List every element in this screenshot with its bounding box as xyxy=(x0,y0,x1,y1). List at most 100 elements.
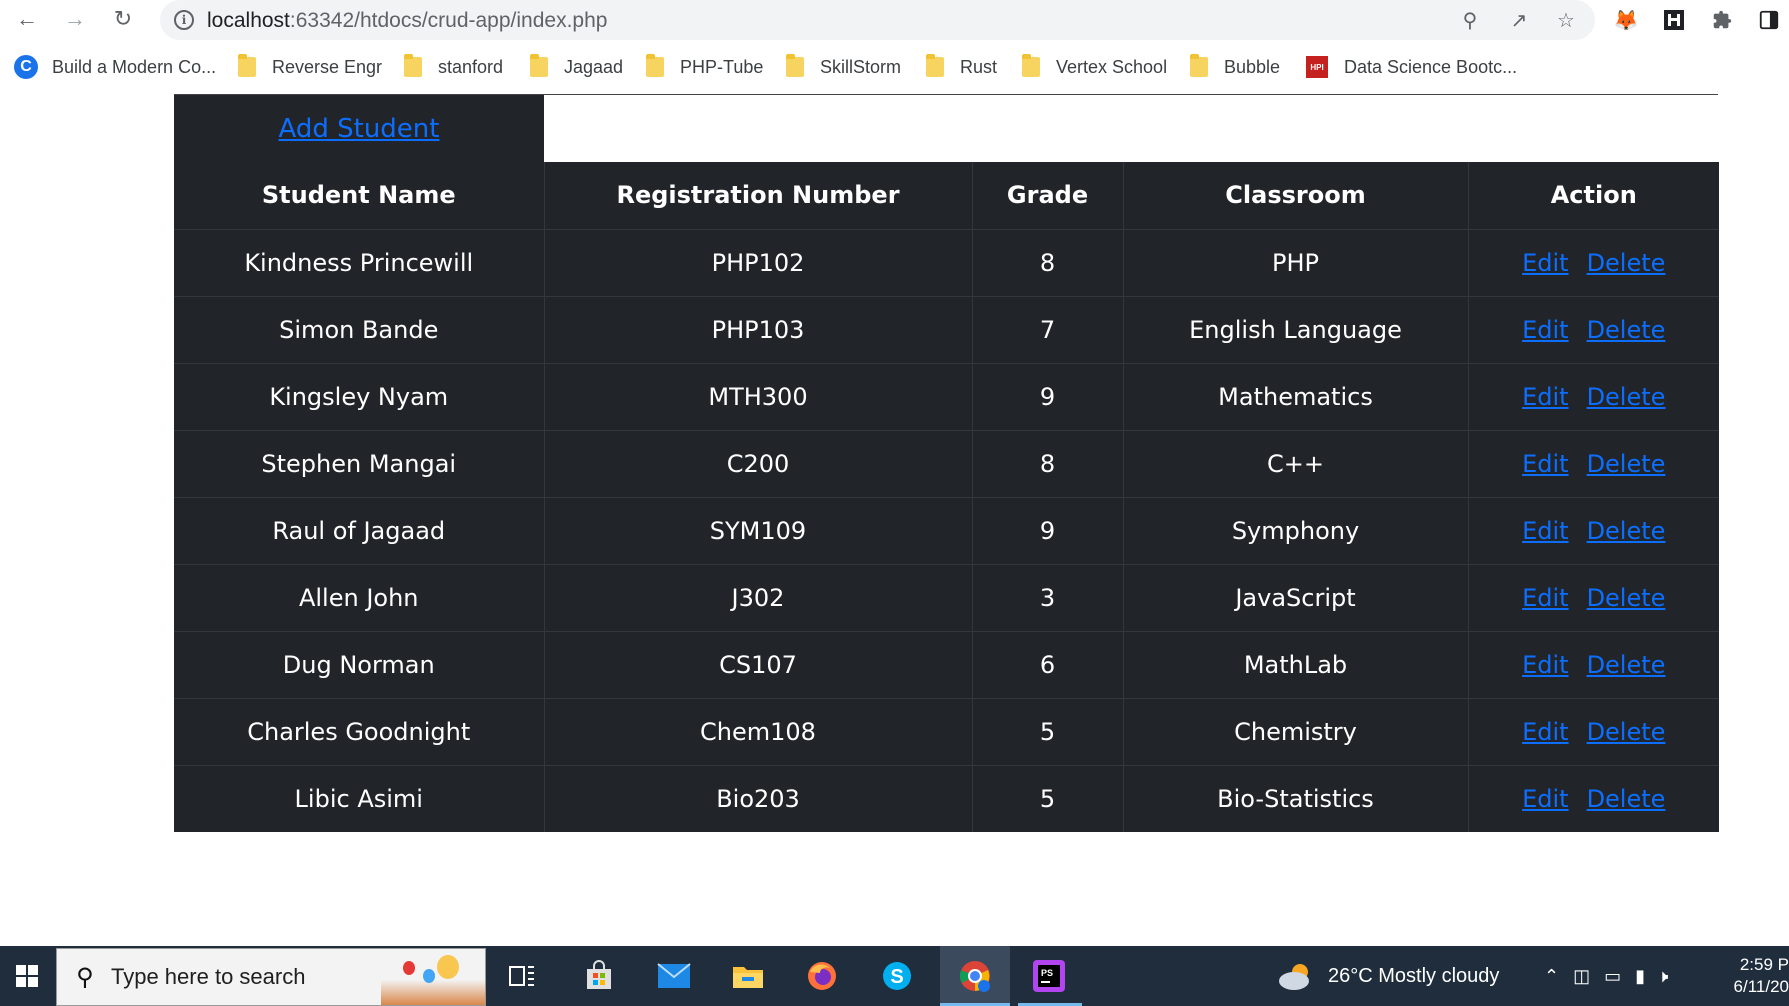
search-highlight-image xyxy=(381,949,485,1005)
folder-icon xyxy=(530,54,548,77)
folder-icon xyxy=(238,54,256,77)
delete-link[interactable]: Delete xyxy=(1587,718,1666,746)
system-tray: ⌃ ◫ ▭ ▮ 🕨 xyxy=(1544,946,1668,1006)
delete-link[interactable]: Delete xyxy=(1587,517,1666,545)
edit-link[interactable]: Edit xyxy=(1522,249,1568,277)
extensions-puzzle-icon[interactable] xyxy=(1708,6,1736,34)
clock[interactable]: 2:59 P 6/11/20 xyxy=(1731,954,1789,998)
back-icon[interactable]: ← xyxy=(12,4,42,34)
share-icon[interactable]: ↗ xyxy=(1507,8,1531,32)
bookmark-folder[interactable]: stanford xyxy=(404,54,503,80)
edit-link[interactable]: Edit xyxy=(1522,651,1568,679)
registration-number: C200 xyxy=(544,430,973,498)
mail-icon[interactable] xyxy=(654,956,694,996)
table-row: Stephen Mangai C200 8 C++ Edit Delete xyxy=(174,430,1719,498)
bookmark-folder[interactable]: PHP-Tube xyxy=(646,54,763,80)
add-student-cell: Add Student xyxy=(174,95,544,162)
chrome-icon[interactable] xyxy=(955,956,995,996)
edit-link[interactable]: Edit xyxy=(1522,316,1568,344)
bookmark-folder[interactable]: Vertex School xyxy=(1022,54,1167,80)
table-row: Allen John J302 3 JavaScript Edit Delete xyxy=(174,564,1719,632)
forward-icon[interactable]: → xyxy=(60,4,90,34)
action-cell: Edit Delete xyxy=(1468,564,1719,632)
classroom: English Language xyxy=(1123,296,1469,364)
classroom: PHP xyxy=(1123,229,1469,297)
edit-link[interactable]: Edit xyxy=(1522,785,1568,813)
firefox-icon[interactable] xyxy=(802,956,842,996)
bookmark-label: stanford xyxy=(438,56,504,77)
edit-link[interactable]: Edit xyxy=(1522,584,1568,612)
bookmark-item[interactable]: HPI Data Science Bootc... xyxy=(1306,54,1517,80)
skype-icon[interactable]: S xyxy=(877,956,917,996)
bookmark-folder[interactable]: Rust xyxy=(926,54,997,80)
bookmark-item[interactable]: C Build a Modern Co... xyxy=(14,54,216,80)
search-placeholder: Type here to search xyxy=(111,964,306,989)
registration-number: MTH300 xyxy=(544,363,973,431)
phpstorm-icon[interactable]: PS xyxy=(1029,956,1069,996)
delete-link[interactable]: Delete xyxy=(1587,651,1666,679)
delete-link[interactable]: Delete xyxy=(1587,584,1666,612)
address-bar[interactable]: i localhost:63342/htdocs/crud-app/index.… xyxy=(160,0,1595,40)
folder-icon xyxy=(1022,54,1040,77)
classroom: MathLab xyxy=(1123,631,1469,699)
site-info-icon[interactable]: i xyxy=(174,10,194,30)
network-icon[interactable]: ▭ xyxy=(1604,966,1621,987)
bookmark-label: SkillStorm xyxy=(820,56,902,77)
action-cell: Edit Delete xyxy=(1468,296,1719,364)
bookmark-label: PHP-Tube xyxy=(680,56,764,77)
side-panel-icon[interactable] xyxy=(1755,6,1783,34)
table-row: Dug Norman CS107 6 MathLab Edit Delete xyxy=(174,631,1719,699)
bookmark-folder[interactable]: Reverse Engr xyxy=(238,54,382,80)
delete-link[interactable]: Delete xyxy=(1587,249,1666,277)
edit-link[interactable]: Edit xyxy=(1522,517,1568,545)
data-science-icon: HPI xyxy=(1306,56,1328,78)
bookmark-star-icon[interactable]: ☆ xyxy=(1554,8,1578,32)
edit-link[interactable]: Edit xyxy=(1522,718,1568,746)
bookmark-folder[interactable]: SkillStorm xyxy=(786,54,901,80)
svg-text:S: S xyxy=(890,966,903,988)
weather-widget[interactable]: 26°C Mostly cloudy xyxy=(1276,946,1499,1006)
edit-link[interactable]: Edit xyxy=(1522,450,1568,478)
bookmark-label: Rust xyxy=(960,56,998,77)
meet-now-icon[interactable]: ◫ xyxy=(1573,966,1590,987)
classroom: Bio-Statistics xyxy=(1123,765,1469,832)
task-view-icon[interactable] xyxy=(502,956,542,996)
start-button[interactable] xyxy=(0,946,54,1006)
file-explorer-icon[interactable] xyxy=(728,956,768,996)
delete-link[interactable]: Delete xyxy=(1587,785,1666,813)
battery-icon[interactable]: ▮ xyxy=(1635,966,1645,987)
delete-link[interactable]: Delete xyxy=(1587,450,1666,478)
table-row: Charles Goodnight Chem108 5 Chemistry Ed… xyxy=(174,698,1719,766)
taskbar: ⚲ Type here to search S PS 26°C Mostly c… xyxy=(0,946,1789,1006)
extension-grid-icon[interactable] xyxy=(1660,6,1688,34)
bookmark-label: Vertex School xyxy=(1056,56,1168,77)
column-header: Grade xyxy=(972,162,1124,230)
zoom-icon[interactable]: ⚲ xyxy=(1458,8,1482,32)
registration-number: J302 xyxy=(544,564,973,632)
table-header-row: Student Name Registration Number Grade C… xyxy=(174,162,1719,230)
reload-icon[interactable]: ↻ xyxy=(108,4,138,34)
edit-link[interactable]: Edit xyxy=(1522,383,1568,411)
url-text[interactable]: localhost:63342/htdocs/crud-app/index.ph… xyxy=(207,9,607,33)
delete-link[interactable]: Delete xyxy=(1587,383,1666,411)
taskbar-search[interactable]: ⚲ Type here to search xyxy=(56,948,486,1006)
bookmark-folder[interactable]: Jagaad xyxy=(530,54,623,80)
page-content: Add Student Student Name Registration Nu… xyxy=(0,94,1789,946)
bookmark-label: Jagaad xyxy=(564,56,624,77)
metamask-icon[interactable]: 🦊 xyxy=(1612,6,1640,34)
globe-c-icon: C xyxy=(14,55,38,79)
add-student-link[interactable]: Add Student xyxy=(279,114,440,144)
url-host: localhost xyxy=(207,9,290,32)
volume-icon[interactable]: 🕨 xyxy=(1657,966,1668,987)
chevron-up-icon[interactable]: ⌃ xyxy=(1544,966,1559,987)
bookmark-label: Build a Modern Co... xyxy=(52,56,217,77)
column-header: Registration Number xyxy=(544,162,973,230)
bookmark-folder[interactable]: Bubble xyxy=(1190,54,1280,80)
grade: 5 xyxy=(972,765,1124,832)
grade: 7 xyxy=(972,296,1124,364)
delete-link[interactable]: Delete xyxy=(1587,316,1666,344)
store-icon[interactable] xyxy=(579,956,619,996)
student-name: Simon Bande xyxy=(174,296,545,364)
column-header: Classroom xyxy=(1123,162,1469,230)
bookmark-label: Bubble xyxy=(1224,56,1281,77)
